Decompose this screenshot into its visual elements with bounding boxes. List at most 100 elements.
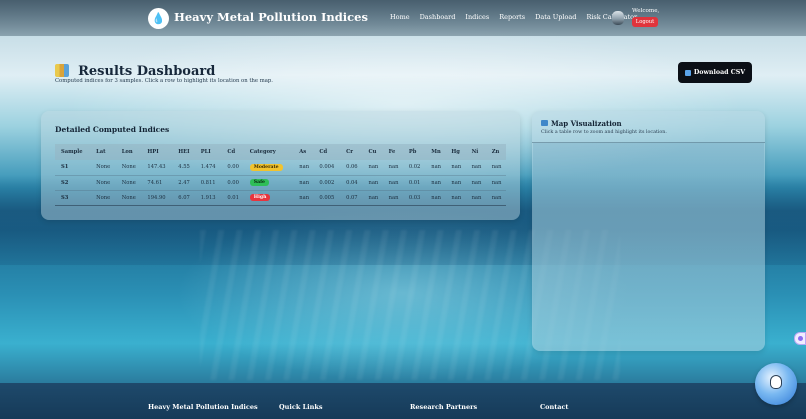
cell: 4.55 <box>172 160 195 176</box>
col-hpi: HPI <box>147 149 159 155</box>
col-mn: Mn <box>431 149 441 155</box>
cell: S1 <box>55 160 91 176</box>
nav-links: Home Dashboard Indices Reports Data Uplo… <box>390 13 637 21</box>
cell: None <box>90 160 116 176</box>
footer-contact: Contact <box>540 403 569 411</box>
cell: S2 <box>55 175 91 191</box>
brand-title[interactable]: Heavy Metal Pollution Indices <box>174 10 368 24</box>
cell: High <box>243 190 294 206</box>
cell: nan <box>293 160 314 176</box>
nav-indices[interactable]: Indices <box>465 13 489 21</box>
chatbot-button[interactable] <box>755 363 797 405</box>
map-hint: Click a table row to zoom and highlight … <box>541 130 667 135</box>
footer-quick-links: Quick Links <box>279 403 323 411</box>
water-drop-logo-icon[interactable]: 💧 <box>148 8 169 29</box>
cell: nan <box>382 190 403 206</box>
cell: None <box>115 160 142 176</box>
col-cr: Cr <box>346 149 353 155</box>
cell: 1.913 <box>194 190 222 206</box>
cell: nan <box>445 190 466 206</box>
col-lon: Lon <box>121 149 133 155</box>
category-badge: High <box>249 194 271 201</box>
category-badge: Safe <box>249 179 269 186</box>
navbar: 💧 Heavy Metal Pollution Indices Home Das… <box>0 0 806 36</box>
cell: nan <box>425 175 446 191</box>
col-hei: HEI <box>178 149 190 155</box>
col-hg: Hg <box>451 149 460 155</box>
cell: nan <box>485 175 506 191</box>
table-row[interactable]: S1 None None 147.43 4.55 1.474 0.00 Mode… <box>55 160 506 176</box>
table-row[interactable]: S2 None None 74.61 2.47 0.811 0.00 Safe … <box>55 175 506 191</box>
footer-brand: Heavy Metal Pollution Indices <box>148 403 258 411</box>
cell: nan <box>465 190 486 206</box>
download-icon <box>684 69 691 76</box>
robot-icon <box>770 375 782 389</box>
col-cu: Cu <box>368 149 377 155</box>
bar-chart-icon <box>55 64 69 77</box>
cell: 147.43 <box>141 160 173 176</box>
cell: nan <box>425 190 446 206</box>
download-csv-button[interactable]: Download CSV <box>678 62 752 83</box>
cell: None <box>90 175 116 191</box>
cell: 0.811 <box>194 175 222 191</box>
side-feedback-tab[interactable] <box>794 332 806 345</box>
col-category: Category <box>249 149 276 155</box>
cell: S3 <box>55 190 91 206</box>
col-ni: Ni <box>471 149 479 155</box>
cell: nan <box>485 190 506 206</box>
col-sample: Sample <box>61 149 83 155</box>
results-table: Sample Lat Lon HPI HEI PLI Cd Category A… <box>55 144 506 206</box>
page-title: Results Dashboard <box>78 64 216 79</box>
nav-reports[interactable]: Reports <box>499 13 525 21</box>
cell: 194.90 <box>141 190 173 206</box>
download-csv-label: Download CSV <box>693 69 746 76</box>
nav-home[interactable]: Home <box>390 13 410 21</box>
results-title: Detailed Computed Indices <box>55 125 170 134</box>
results-card: Detailed Computed Indices Sample Lat Lon… <box>41 111 520 220</box>
welcome-text: Welcome, <box>632 8 660 14</box>
table-header-row: Sample Lat Lon HPI HEI PLI Cd Category A… <box>55 144 506 160</box>
col-cd: Cd <box>227 149 236 155</box>
col-lat: Lat <box>96 149 106 155</box>
cell: nan <box>445 160 466 176</box>
map-title-text: Map Visualization <box>551 119 622 128</box>
cell: nan <box>465 175 486 191</box>
cell: 0.07 <box>340 190 363 206</box>
category-badge: Moderate <box>249 163 283 171</box>
cell: 0.06 <box>340 160 363 176</box>
col-fe: Fe <box>388 149 396 155</box>
feedback-icon <box>798 336 803 341</box>
cell: nan <box>382 175 403 191</box>
cell: nan <box>362 190 383 206</box>
col-pb: Pb <box>408 149 417 155</box>
map-area[interactable] <box>533 143 764 349</box>
map-title: Map Visualization <box>541 119 622 128</box>
col-pli: PLI <box>200 149 211 155</box>
cell: 0.00 <box>221 175 244 191</box>
logout-button[interactable]: Logout <box>632 17 658 27</box>
cell: 0.02 <box>402 160 426 176</box>
nav-dashboard[interactable]: Dashboard <box>420 13 456 21</box>
cell: nan <box>362 175 383 191</box>
cell: None <box>90 190 116 206</box>
cell: nan <box>362 160 383 176</box>
cell: 0.01 <box>402 175 426 191</box>
cell: None <box>115 190 142 206</box>
table-row[interactable]: S3 None None 194.90 6.07 1.913 0.01 High… <box>55 190 506 206</box>
cell: 0.002 <box>313 175 341 191</box>
cell: 74.61 <box>141 175 173 191</box>
cell: 1.474 <box>194 160 222 176</box>
cell: 0.00 <box>221 160 244 176</box>
cell: 0.03 <box>402 190 426 206</box>
nav-data-upload[interactable]: Data Upload <box>535 13 576 21</box>
cell: nan <box>485 160 506 176</box>
cell: Moderate <box>243 160 294 176</box>
cell: nan <box>293 175 314 191</box>
cell: 6.07 <box>172 190 195 206</box>
cell: 2.47 <box>172 175 195 191</box>
map-icon <box>541 120 548 126</box>
col-cd-conc: Cd <box>319 149 328 155</box>
user-avatar[interactable] <box>612 11 624 25</box>
cell: nan <box>465 160 486 176</box>
map-card: Map Visualization Click a table row to z… <box>532 111 765 351</box>
